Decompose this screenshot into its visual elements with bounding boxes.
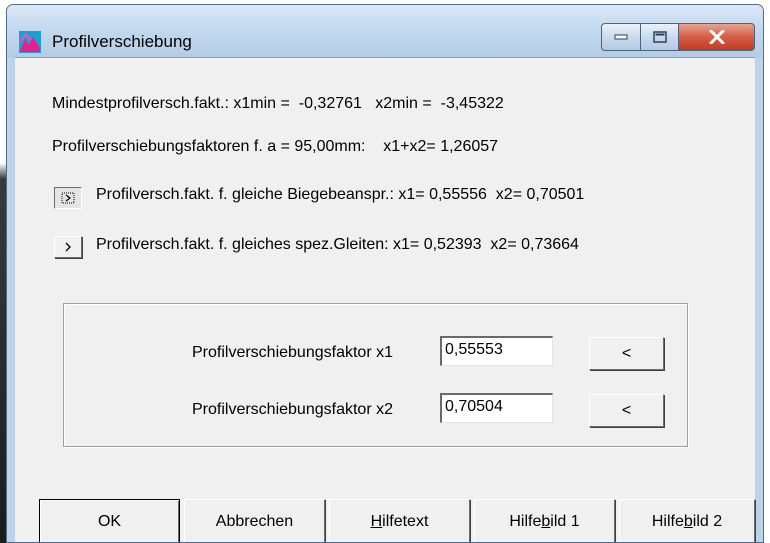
x2-label: Profilverschiebungsfaktor x2 — [192, 401, 393, 418]
ok-button[interactable]: OK — [39, 499, 180, 542]
help-text-label: Hilfetext — [370, 513, 429, 530]
minimize-icon — [614, 34, 628, 40]
caption-buttons — [601, 23, 755, 51]
equal-bending-option-text: Profilversch.fakt. f. gleiche Biegebeans… — [96, 186, 585, 203]
help-image-2-label: Hilfebild 2 — [651, 513, 723, 530]
help-image-1-label: Hilfebild 1 — [509, 513, 580, 530]
apply-equal-bending-button[interactable] — [54, 187, 82, 209]
maximize-button[interactable] — [641, 23, 679, 51]
arrow-right-icon — [61, 192, 75, 204]
close-button[interactable] — [679, 23, 755, 51]
title-bar[interactable]: Profilverschiebung — [7, 5, 763, 57]
x1-label: Profilverschiebungsfaktor x1 — [192, 344, 393, 361]
x2-input[interactable]: 0,70504 — [440, 393, 553, 423]
close-icon — [709, 30, 724, 44]
help-text-button[interactable]: Hilfetext — [329, 499, 470, 542]
app-icon — [19, 31, 41, 53]
x1-input[interactable]: 0,55553 — [440, 336, 553, 366]
profile-shift-input-group: Profilverschiebungsfaktor x1 0,55553 < P… — [63, 303, 688, 447]
apply-equal-sliding-button[interactable] — [54, 236, 82, 258]
x1-reset-button[interactable]: < — [589, 337, 664, 370]
x2-reset-button[interactable]: < — [589, 394, 664, 427]
help-image-1-button[interactable]: Hilfebild 1 — [474, 499, 615, 542]
cancel-button[interactable]: Abbrechen — [184, 499, 325, 542]
dialog-client: Mindestprofilversch.fakt.: x1min = -0,32… — [15, 57, 755, 542]
maximize-icon — [652, 31, 667, 43]
arrow-right-icon — [65, 242, 71, 252]
profile-shift-sum-text: Profilverschiebungsfaktoren f. a = 95,00… — [52, 138, 499, 155]
window-title: Profilverschiebung — [52, 32, 192, 51]
equal-sliding-option-text: Profilversch.fakt. f. gleiches spez.Glei… — [96, 236, 579, 253]
dialog-window: Profilverschiebung Mindestprofilversch.f… — [6, 4, 764, 543]
minimize-button[interactable] — [601, 23, 641, 51]
min-profile-shift-text: Mindestprofilversch.fakt.: x1min = -0,32… — [52, 95, 504, 112]
help-image-2-button[interactable]: Hilfebild 2 — [619, 499, 755, 542]
